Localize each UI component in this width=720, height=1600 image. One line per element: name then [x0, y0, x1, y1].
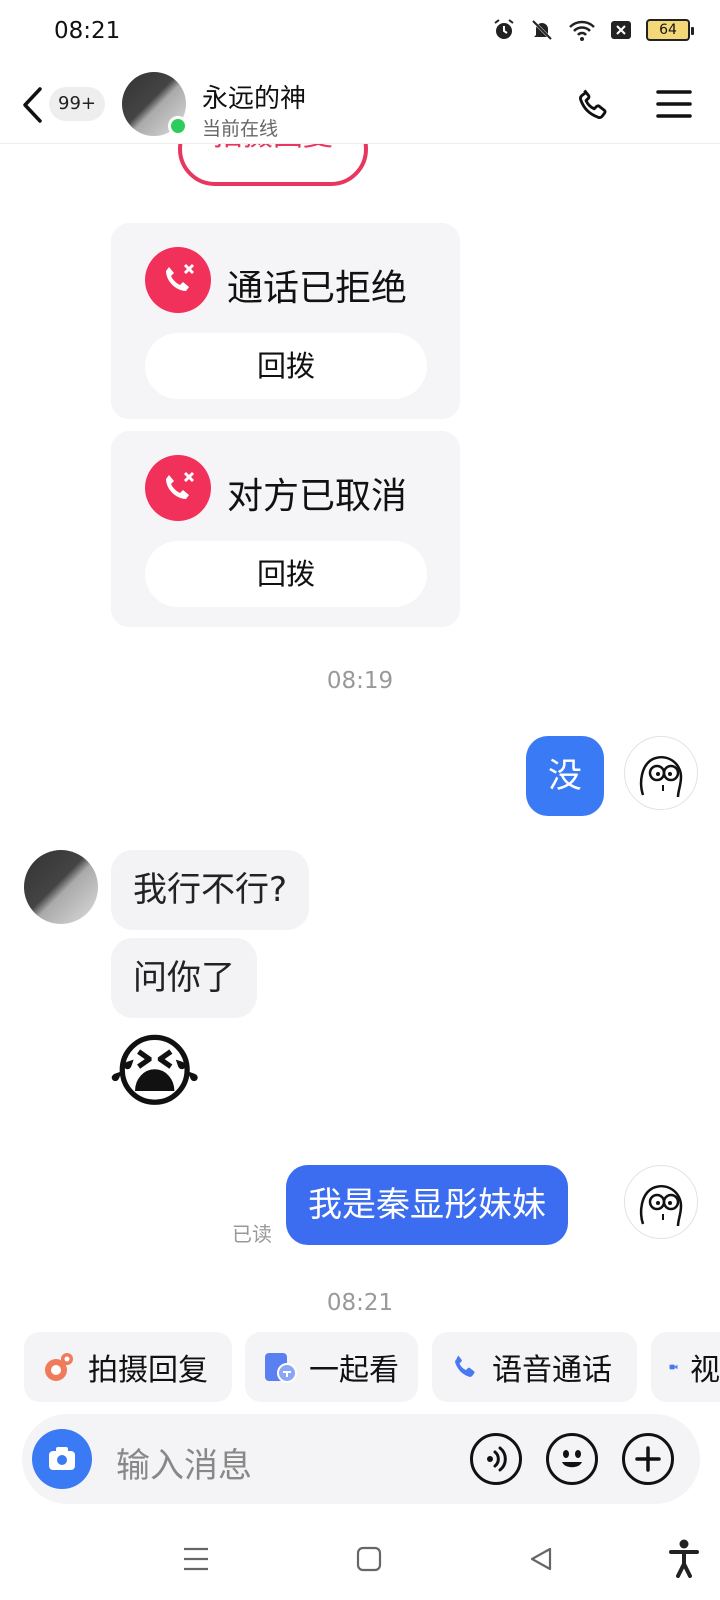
timestamp: 08:21: [326, 1290, 394, 1316]
contact-name: 永远的神: [202, 84, 307, 114]
call-card-cancelled: 对方已取消 回拨: [111, 431, 460, 627]
missed-call-icon: [145, 455, 211, 521]
chat-header: 99+: [0, 64, 720, 144]
contact-status: 当前在线: [202, 118, 279, 140]
callback-button[interactable]: 回拨: [145, 333, 427, 399]
quick-action-video-call[interactable]: 视: [651, 1332, 720, 1402]
my-avatar[interactable]: [624, 736, 698, 810]
quick-action-label: 拍摄回复: [88, 1353, 208, 1388]
battery-icon: 64: [646, 19, 694, 41]
accessibility-icon[interactable]: [668, 1538, 700, 1578]
wifi-icon: [569, 20, 595, 41]
back-chevron-icon[interactable]: [20, 86, 46, 124]
quick-action-voice-call[interactable]: 语音通话: [432, 1332, 637, 1402]
call-status-text: 通话已拒绝: [227, 268, 408, 309]
status-icons: 64: [492, 18, 694, 42]
online-indicator: [168, 116, 188, 136]
voice-icon[interactable]: [470, 1433, 522, 1485]
quick-action-label: 视: [690, 1353, 720, 1388]
back-icon[interactable]: [528, 1546, 554, 1572]
alarm-icon: [494, 19, 514, 39]
menu-icon[interactable]: [656, 88, 692, 120]
status-time: 08:21: [54, 18, 121, 44]
home-icon[interactable]: [356, 1546, 382, 1572]
my-avatar[interactable]: [624, 1165, 698, 1239]
timestamp: 08:19: [326, 668, 394, 694]
quick-action-label: 语音通话: [492, 1353, 612, 1388]
incoming-message[interactable]: 问你了: [111, 938, 257, 1018]
plus-icon[interactable]: [622, 1433, 674, 1485]
sim-x-icon: [611, 21, 631, 39]
watch-together-icon: [265, 1353, 297, 1383]
outgoing-message[interactable]: 我是秦显彤妹妹: [286, 1165, 568, 1245]
unread-badge[interactable]: 99+: [49, 87, 105, 121]
quick-action-watch-together[interactable]: 一起看: [245, 1332, 418, 1402]
emoji-icon[interactable]: [546, 1433, 598, 1485]
mute-bell-icon: [531, 19, 553, 41]
quick-action-shoot-reply[interactable]: 拍摄回复: [24, 1332, 232, 1402]
read-receipt: 已读: [232, 1222, 272, 1246]
missed-call-icon: [145, 247, 211, 313]
call-status-text: 对方已取消: [227, 476, 408, 517]
crying-emoji[interactable]: 😭: [108, 1024, 201, 1120]
callback-button[interactable]: 回拨: [145, 541, 427, 607]
message-input[interactable]: 输入消息: [116, 1438, 252, 1487]
status-bar: 08:21 64: [0, 0, 720, 64]
outgoing-message[interactable]: 没: [526, 736, 604, 816]
call-card-rejected: 通话已拒绝 回拨: [111, 223, 460, 419]
phone-icon[interactable]: [574, 86, 612, 124]
phone-icon: [455, 1355, 475, 1377]
camera-reply-icon: [45, 1353, 73, 1381]
contact-avatar[interactable]: [24, 850, 98, 924]
recent-apps-icon[interactable]: [182, 1546, 210, 1572]
message-composer: 输入消息: [22, 1414, 700, 1504]
video-icon: [669, 1364, 678, 1370]
quick-action-label: 一起看: [309, 1353, 399, 1388]
camera-icon[interactable]: [32, 1429, 92, 1489]
incoming-message[interactable]: 我行不行?: [111, 850, 310, 930]
